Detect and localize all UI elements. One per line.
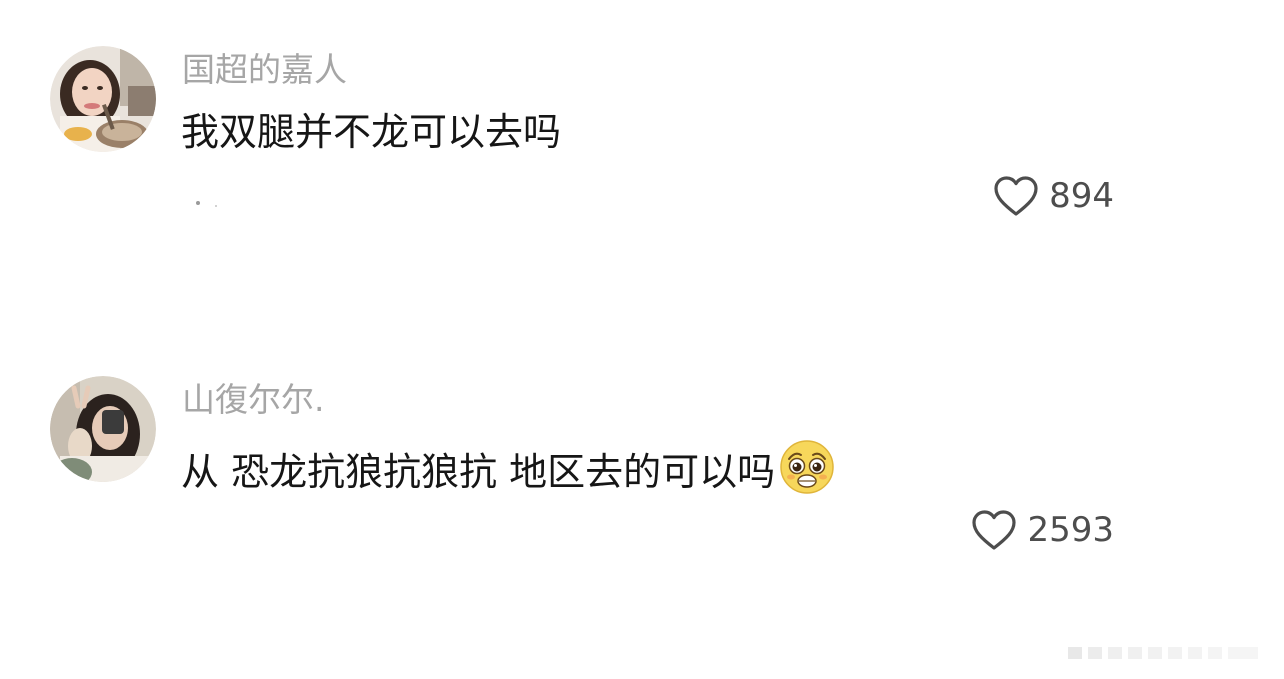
heart-outline-icon[interactable] — [993, 175, 1039, 217]
username[interactable]: 国超的嘉人 — [182, 50, 347, 90]
like-button[interactable]: 894 — [993, 172, 1114, 220]
heart-outline-icon[interactable] — [971, 509, 1017, 551]
comment-text-content: 我双腿并不龙可以去吗 — [181, 110, 562, 154]
pleading-face-emoji — [780, 440, 834, 494]
like-button[interactable]: 2593 — [971, 506, 1114, 554]
comment-text: 从 恐龙抗狼抗狼抗 地区去的可以吗 — [181, 439, 835, 496]
like-count: 2593 — [1027, 510, 1114, 550]
avatar[interactable] — [50, 46, 156, 152]
comment-text-content: 从 恐龙抗狼抗狼抗 地区去的可以吗 — [181, 450, 776, 494]
username[interactable]: 山復尔尔. — [182, 380, 325, 420]
comment-text: 我双腿并不龙可以去吗 — [181, 108, 561, 156]
comment-item: 国超的嘉人 我双腿并不龙可以去吗 894 — [0, 0, 1284, 330]
avatar[interactable] — [50, 376, 156, 482]
like-count: 894 — [1049, 176, 1114, 216]
comment-item: 山復尔尔. 从 恐龙抗狼抗狼抗 地区去的可以吗 2593 — [0, 330, 1284, 679]
divider-dot — [215, 205, 217, 207]
watermark-logo — [1068, 647, 1258, 659]
divider-dot — [196, 201, 200, 205]
